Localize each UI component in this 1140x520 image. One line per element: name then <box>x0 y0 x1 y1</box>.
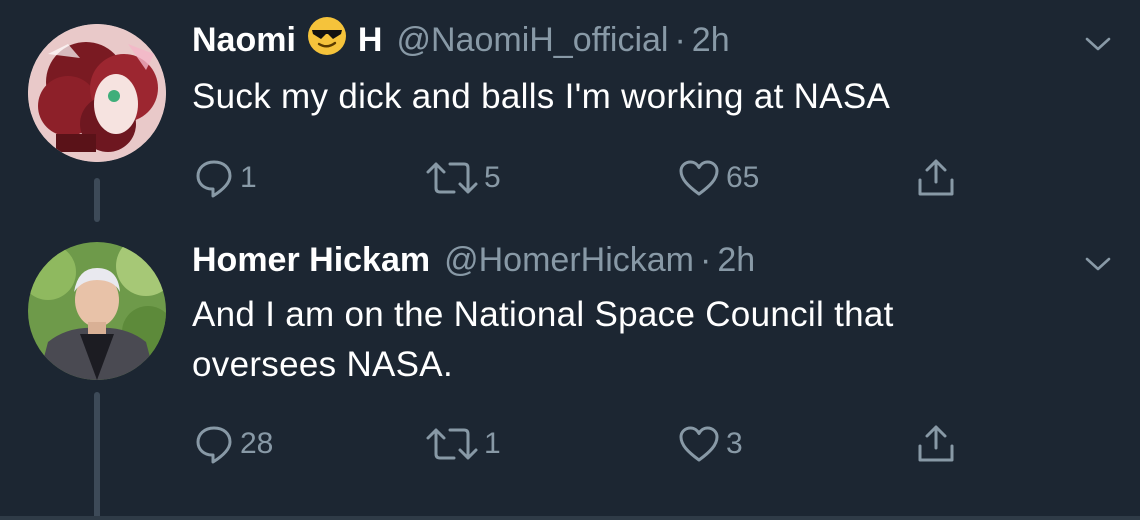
like-count: 65 <box>726 161 760 194</box>
display-name[interactable]: Homer Hickam <box>192 241 430 280</box>
timestamp[interactable]: 2h <box>692 21 730 60</box>
heart-icon <box>679 426 719 462</box>
user-handle[interactable]: @NaomiH_official <box>396 21 668 60</box>
tweet[interactable]: Homer Hickam @HomerHickam · 2h And I am … <box>0 230 1140 520</box>
like-button[interactable]: 3 <box>676 422 743 466</box>
retweet-icon <box>426 162 478 194</box>
separator-dot: · <box>699 240 712 279</box>
share-button[interactable] <box>914 156 958 200</box>
sunglasses-emoji-icon <box>306 15 348 66</box>
reply-icon <box>196 160 232 198</box>
tweet[interactable]: Naomi H @NaomiH_official · 2h Suck my di… <box>0 0 1140 230</box>
reply-count: 28 <box>240 427 274 460</box>
tweet-thread: Naomi H @NaomiH_official · 2h Suck my di… <box>0 0 1140 520</box>
avatar[interactable] <box>28 24 166 162</box>
share-icon <box>918 159 954 196</box>
tweet-actions: 28 1 3 <box>192 422 992 466</box>
retweet-count: 5 <box>484 161 501 194</box>
retweet-count: 1 <box>484 427 501 460</box>
tweet-text: And I am on the National Space Council t… <box>192 295 894 384</box>
chevron-down-icon[interactable] <box>1082 252 1114 276</box>
timestamp[interactable]: 2h <box>717 241 755 280</box>
tweet-header: Homer Hickam @HomerHickam · 2h <box>192 238 755 282</box>
reply-button[interactable]: 1 <box>192 156 257 200</box>
avatar[interactable] <box>28 242 166 380</box>
tweet-text: Suck my dick and balls I'm working at NA… <box>192 77 891 116</box>
retweet-button[interactable]: 5 <box>424 156 501 200</box>
like-count: 3 <box>726 427 743 460</box>
user-handle[interactable]: @HomerHickam <box>444 241 694 280</box>
tweet-actions: 1 5 65 <box>192 156 992 200</box>
heart-icon <box>679 160 719 196</box>
chevron-down-icon[interactable] <box>1082 32 1114 56</box>
separator-dot: · <box>674 20 686 59</box>
share-button[interactable] <box>914 422 958 466</box>
like-button[interactable]: 65 <box>676 156 759 200</box>
retweet-button[interactable]: 1 <box>424 422 501 466</box>
display-name-suffix[interactable]: H <box>358 21 383 60</box>
avatar-image <box>28 24 166 162</box>
reply-count: 1 <box>240 161 257 194</box>
avatar-image <box>28 242 166 380</box>
divider <box>0 516 1140 520</box>
display-name[interactable]: Naomi <box>192 21 296 60</box>
retweet-icon <box>426 428 478 460</box>
tweet-header: Naomi H @NaomiH_official · 2h <box>192 16 730 62</box>
reply-button[interactable]: 28 <box>192 422 273 466</box>
share-icon <box>918 425 954 462</box>
reply-icon <box>196 426 232 464</box>
